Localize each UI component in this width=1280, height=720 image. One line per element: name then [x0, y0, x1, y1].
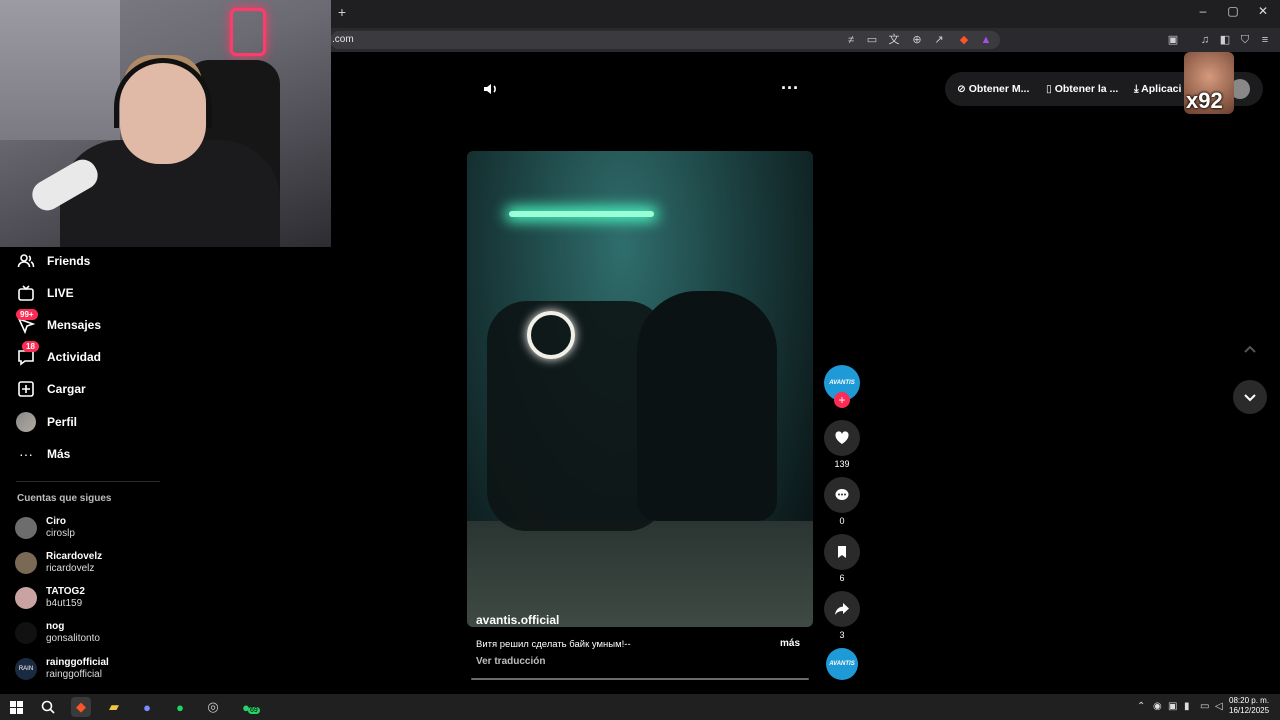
close-window-button[interactable]: ✕ — [1248, 4, 1278, 18]
following-item[interactable]: Ciro ciroslp — [15, 514, 75, 542]
user-avatar — [15, 622, 37, 644]
video-player[interactable] — [467, 151, 813, 627]
share-icon[interactable]: ↗ — [931, 32, 947, 48]
nav-activity[interactable]: 18 Actividad — [16, 341, 101, 369]
following-item[interactable]: nog gonsalitonto — [15, 619, 100, 647]
user-avatar — [15, 587, 37, 609]
comment-button[interactable]: 0 — [824, 477, 860, 526]
wifi-icon[interactable]: ▭ — [1200, 701, 1209, 712]
whatsapp-icon[interactable]: ● 69 — [236, 697, 260, 717]
share-count: 3 — [839, 630, 845, 640]
nav-profile[interactable]: Perfil — [16, 410, 77, 434]
maximize-button[interactable]: ▢ — [1218, 4, 1248, 18]
nav-friends[interactable]: Friends — [16, 249, 90, 273]
media-icon[interactable]: ♫ — [1197, 32, 1213, 48]
nav-messages[interactable]: 99+ Mensajes — [16, 309, 101, 337]
zoom-icon[interactable]: ⊕ — [909, 32, 925, 48]
steam-icon[interactable]: ◉ — [1153, 701, 1162, 712]
live-icon — [16, 283, 36, 303]
user-avatar — [15, 552, 37, 574]
speaker-icon[interactable]: ◁ — [1215, 701, 1223, 712]
following-item[interactable]: RAIN rainggofficial rainggofficial — [15, 655, 109, 683]
save-count: 6 — [839, 573, 845, 583]
clock-date: 16/12/2025 — [1229, 706, 1270, 715]
following-title: Cuentas que sigues — [17, 493, 112, 504]
vpn-shield-icon[interactable]: ⛉ — [1237, 32, 1253, 48]
clock-time: 08:20 p. m. — [1229, 696, 1270, 705]
nav-more[interactable]: ··· Más — [16, 442, 70, 466]
menu-icon[interactable]: ≡ — [1257, 32, 1273, 48]
video-author[interactable]: avantis.official — [476, 613, 559, 627]
translate-icon[interactable]: 文 — [886, 32, 902, 48]
sidebar-toggle-icon[interactable]: ▣ — [1165, 32, 1181, 48]
cast-icon[interactable]: ▭ — [864, 32, 880, 48]
whatsapp-badge: 69 — [248, 707, 260, 714]
webcam-overlay — [0, 0, 331, 247]
upload-icon — [16, 379, 36, 399]
brave-shield-icon[interactable]: ◆ — [956, 32, 972, 48]
url-text: .com — [332, 34, 354, 45]
following-item[interactable]: TATOG2 b4ut159 — [15, 584, 85, 612]
get-coins-button[interactable]: ⊘ Obtener M... — [957, 83, 1029, 95]
caption-more-link[interactable]: más — [780, 638, 800, 649]
video-options-icon[interactable]: ··· — [781, 78, 799, 99]
volume-icon[interactable] — [482, 80, 500, 103]
reader-off-icon[interactable]: ≠ — [843, 32, 859, 48]
video-progress-bar[interactable] — [471, 678, 809, 680]
profile-avatar — [16, 412, 36, 432]
activity-badge: 18 — [22, 341, 39, 352]
like-button[interactable]: 139 — [824, 420, 860, 469]
mic-icon[interactable]: ▮ — [1184, 701, 1190, 712]
comment-icon — [824, 477, 860, 513]
get-app-button[interactable]: ▯ Obtener la ... — [1046, 83, 1118, 95]
like-count: 139 — [834, 459, 850, 469]
file-explorer-icon[interactable]: ▰ — [104, 697, 124, 717]
user-avatar: RAIN — [15, 658, 37, 680]
search-icon[interactable] — [38, 697, 58, 717]
creator-avatar: AVANTIS — [826, 648, 858, 680]
share-button[interactable]: 3 — [824, 591, 860, 640]
start-icon[interactable] — [6, 697, 26, 717]
headlight — [527, 311, 575, 359]
user-avatar — [15, 517, 37, 539]
more-icon: ··· — [19, 446, 33, 462]
nav-divider — [16, 481, 160, 482]
mechanic-figure — [637, 291, 777, 521]
creator-avatar-bottom[interactable]: AVANTIS — [824, 648, 860, 680]
messages-badge: 99+ — [16, 309, 38, 320]
taskbar-clock[interactable]: 08:20 p. m. 16/12/2025 — [1229, 696, 1269, 716]
network-app-icon[interactable]: ▣ — [1168, 701, 1177, 712]
obs-icon[interactable]: ◎ — [203, 697, 223, 717]
creator-avatar-button[interactable]: AVANTIS + — [824, 365, 860, 408]
save-button[interactable]: 6 — [824, 534, 860, 583]
multiplier-label: x92 — [1186, 88, 1223, 113]
neon-sign — [230, 8, 266, 56]
follow-plus-icon[interactable]: + — [834, 392, 850, 408]
brave-rewards-icon[interactable]: ▲ — [978, 32, 994, 48]
friends-icon — [16, 251, 36, 271]
comment-count: 0 — [839, 516, 845, 526]
discord-icon[interactable]: ● — [137, 697, 157, 717]
following-item[interactable]: Ricardovelz ricardovelz — [15, 549, 102, 577]
next-video-button[interactable] — [1233, 380, 1267, 414]
taskbar — [0, 694, 1280, 720]
new-tab-button[interactable]: + — [334, 4, 350, 22]
activity-icon: 18 — [16, 341, 39, 367]
messages-icon: 99+ — [16, 309, 38, 335]
spotify-icon[interactable]: ● — [170, 697, 190, 717]
translate-link[interactable]: Ver traducción — [476, 656, 545, 667]
bookmark-icon — [824, 534, 860, 570]
app-download-button[interactable]: ⤓ Aplicaci — [1134, 83, 1181, 96]
tray-chevron-icon[interactable]: ⌃ — [1137, 701, 1145, 712]
side-panel-icon[interactable]: ◧ — [1217, 32, 1233, 48]
heart-icon — [824, 420, 860, 456]
minimize-button[interactable]: – — [1188, 4, 1218, 18]
share-arrow-icon — [824, 591, 860, 627]
nav-upload[interactable]: Cargar — [16, 377, 86, 401]
previous-video-button[interactable] — [1233, 333, 1267, 367]
nav-live[interactable]: LIVE — [16, 281, 74, 305]
video-caption: Витя решил сделать байк умным!-- — [476, 639, 631, 650]
brave-taskbar-icon[interactable]: ◆ — [71, 697, 91, 717]
